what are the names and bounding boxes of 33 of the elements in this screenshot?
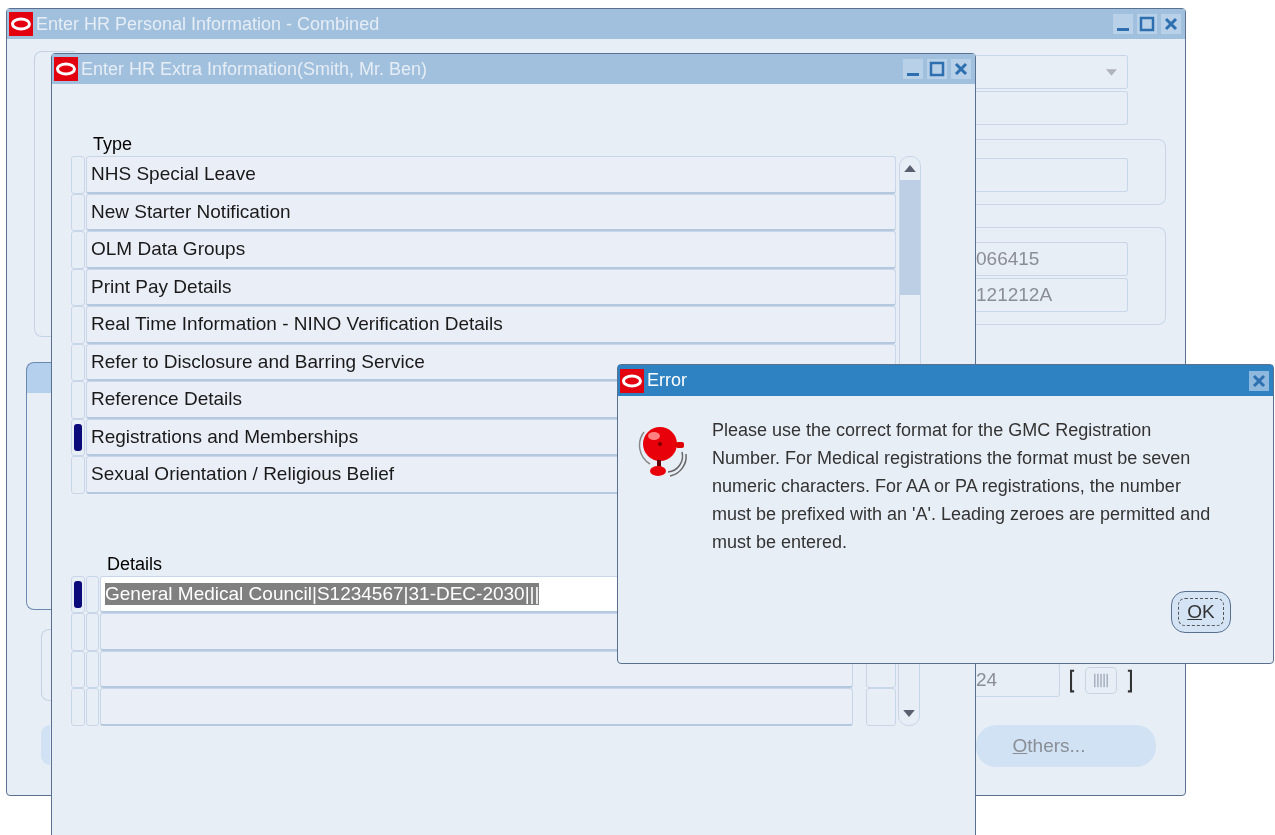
column-label: Details bbox=[107, 553, 163, 575]
type-cell[interactable]: NHS Special Leave bbox=[86, 156, 896, 194]
input-field[interactable] bbox=[976, 91, 1128, 125]
dropdown-field[interactable] bbox=[976, 55, 1128, 89]
window-title: Enter HR Personal Information - Combined bbox=[36, 13, 380, 35]
type-cell[interactable]: New Starter Notification bbox=[86, 193, 896, 231]
type-cell[interactable]: Print Pay Details bbox=[86, 268, 896, 306]
scroll-thumb[interactable] bbox=[900, 180, 920, 295]
bracket-icon[interactable] bbox=[1070, 664, 1132, 696]
close-icon[interactable] bbox=[951, 59, 971, 79]
ok-button[interactable]: OK bbox=[1171, 591, 1231, 633]
caret-icon bbox=[1106, 68, 1117, 76]
logo-icon bbox=[54, 57, 78, 81]
minimize-icon[interactable] bbox=[1113, 14, 1133, 34]
column-label: Type bbox=[93, 134, 133, 155]
down-arrow-icon[interactable] bbox=[903, 709, 915, 717]
close-icon[interactable] bbox=[1161, 14, 1181, 34]
row-button[interactable] bbox=[866, 688, 896, 726]
button[interactable] bbox=[41, 725, 50, 765]
close-icon[interactable] bbox=[1249, 370, 1269, 391]
window-title: Enter HR Extra Information(Smith, Mr. Ben) bbox=[81, 58, 428, 80]
type-cell[interactable]: OLM Data Groups bbox=[86, 231, 896, 269]
maximize-icon[interactable] bbox=[1137, 14, 1157, 34]
minimize-icon[interactable] bbox=[903, 59, 923, 79]
maximize-icon[interactable] bbox=[927, 59, 947, 79]
detail-field[interactable] bbox=[100, 688, 853, 726]
logo-icon bbox=[620, 368, 644, 393]
type-cell[interactable]: Real Time Information - NINO Verification Details bbox=[86, 306, 896, 344]
input-field[interactable] bbox=[976, 158, 1128, 192]
row-indicator[interactable] bbox=[71, 575, 85, 613]
row-indicator[interactable] bbox=[71, 418, 85, 456]
logo-icon bbox=[9, 12, 33, 36]
up-arrow-icon[interactable] bbox=[904, 165, 916, 172]
